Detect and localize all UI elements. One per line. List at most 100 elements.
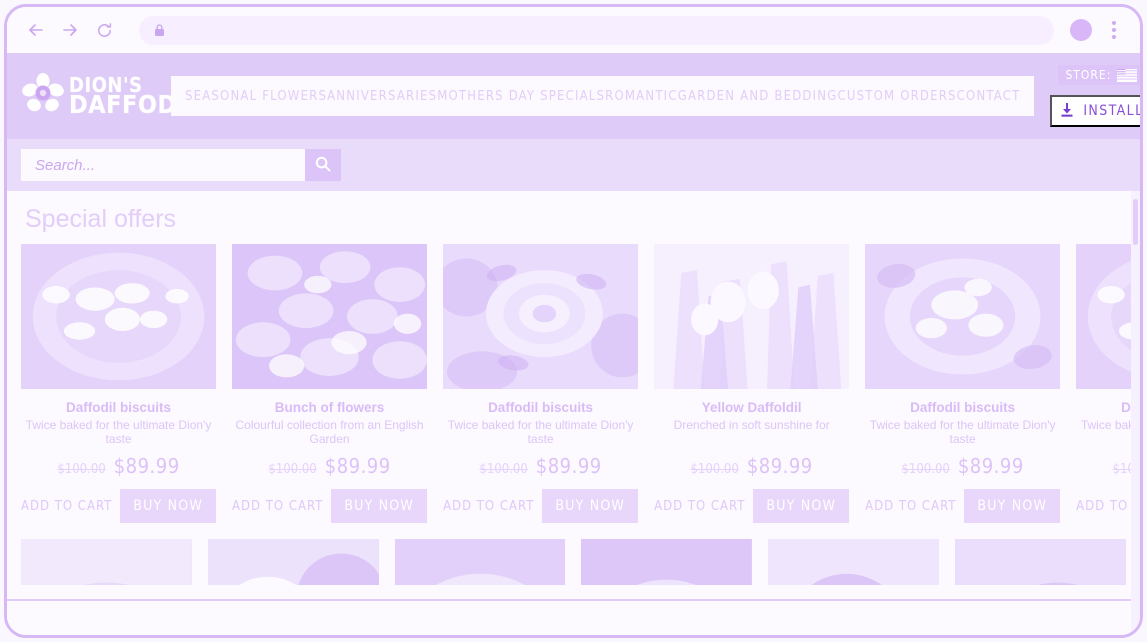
product-title: Daffodil biscuits	[488, 400, 594, 415]
install-label: INSTALL	[1083, 103, 1140, 119]
pink-bouquet-image	[207, 539, 379, 586]
product-title: Bunch of flowers	[274, 400, 385, 415]
lock-icon	[153, 23, 166, 37]
product-image[interactable]	[394, 539, 566, 586]
peony-closeup-image	[21, 539, 192, 586]
product-description: Twice baked for the ultimate Dion'y tast…	[869, 418, 1056, 447]
price-original: $100.00	[268, 462, 317, 478]
site-logo[interactable]: DION'S DAFFODILS.	[7, 72, 226, 121]
avatar[interactable]	[1070, 19, 1092, 41]
product-card[interactable]: Daffodil biscuits Twice baked for the ul…	[21, 244, 217, 524]
price-current: $89.99	[957, 454, 1024, 479]
forward-button[interactable]	[53, 13, 87, 47]
product-grid: Daffodil biscuits Twice baked for the ul…	[7, 244, 1140, 524]
product-title: Daffodil biscuits	[66, 400, 172, 415]
add-to-cart-button[interactable]: ADD TO CART	[654, 499, 745, 514]
add-to-cart-button[interactable]: ADD TO CART	[865, 499, 956, 514]
nav-item-seasonal-flowers[interactable]: SEASONAL FLOWERS	[185, 89, 327, 104]
daffodil-stems-field-image	[654, 244, 850, 389]
product-image[interactable]	[955, 539, 1126, 586]
address-bar[interactable]	[139, 15, 1054, 45]
main-navigation: SEASONAL FLOWERS ANNIVERSARIES MOTHERS D…	[171, 76, 1035, 116]
nav-item-custom-orders[interactable]: CUSTOM ORDERS	[837, 89, 956, 104]
product-description: Twice baked for the ultimate Dion'y tast…	[25, 418, 212, 447]
buy-now-button[interactable]: BUY NOW	[753, 489, 850, 523]
add-to-cart-button[interactable]: ADD TO CART	[232, 499, 323, 514]
plate-of-daffodil-biscuits-image	[21, 244, 217, 389]
price-current: $89.99	[746, 454, 813, 478]
product-prices: $100.00 $89.99	[865, 454, 1060, 478]
product-image[interactable]	[768, 539, 940, 586]
arrow-right-icon	[63, 24, 77, 36]
bottom-divider	[7, 599, 1140, 601]
search-container	[21, 149, 341, 181]
page-viewport: DION'S DAFFODILS. SEASONAL FLOWERS ANNIV…	[7, 53, 1140, 635]
product-actions: ADD TO CART BUY NOW	[21, 489, 217, 524]
search-icon	[314, 155, 332, 176]
white-rose-closeup-image	[443, 244, 639, 389]
reload-icon	[97, 22, 111, 37]
buy-now-button[interactable]: BUY NOW	[542, 489, 639, 524]
us-flag-icon	[1117, 68, 1138, 82]
scrollbar-thumb[interactable]	[1133, 199, 1138, 245]
mixed-stems-image	[955, 539, 1126, 586]
flower-bowl-arrangement-image	[865, 244, 1061, 389]
product-actions: ADD TO CART BUY NOW	[654, 489, 850, 523]
product-prices: $100.00 $89.99	[654, 454, 849, 478]
download-icon	[1059, 102, 1075, 121]
price-original: $100.00	[57, 462, 106, 478]
product-prices: $100.00 $89.99	[232, 454, 427, 478]
product-card[interactable]: Daffodil biscuits Twice baked for the ul…	[865, 244, 1061, 524]
nav-item-anniversaries[interactable]: ANNIVERSARIES	[327, 89, 437, 104]
product-image[interactable]	[207, 539, 379, 586]
search-input[interactable]	[21, 149, 305, 181]
back-button[interactable]	[19, 13, 53, 47]
product-image[interactable]	[21, 539, 192, 586]
buy-now-button[interactable]: BUY NOW	[331, 489, 428, 524]
nav-item-romantic[interactable]: ROMANTIC	[605, 89, 678, 104]
product-image[interactable]	[654, 244, 850, 389]
buy-now-button[interactable]: BUY NOW	[120, 489, 217, 524]
product-image[interactable]	[581, 539, 753, 586]
price-original: $100.00	[690, 462, 739, 477]
content-area: Special offers Daffodil biscuits Twice b…	[7, 191, 1140, 635]
product-image[interactable]	[21, 244, 217, 389]
store-selector[interactable]: STORE:	[1058, 65, 1140, 85]
product-image[interactable]	[865, 244, 1061, 389]
browser-menu-button[interactable]	[1102, 15, 1126, 45]
product-prices: $100.00 $89.99	[21, 454, 216, 478]
product-card[interactable]: Bunch of flowers Colourful collection fr…	[232, 244, 428, 524]
site-header: DION'S DAFFODILS. SEASONAL FLOWERS ANNIV…	[7, 53, 1140, 139]
product-actions: ADD TO CART BUY NOW	[443, 489, 639, 524]
reload-button[interactable]	[87, 13, 121, 47]
buy-now-button[interactable]: BUY NOW	[964, 489, 1061, 524]
price-original: $100.00	[901, 462, 950, 478]
product-actions: ADD TO CART BUY NOW	[232, 489, 428, 524]
kebab-menu-icon	[1112, 21, 1116, 25]
product-image[interactable]	[232, 244, 428, 389]
purple-iris-image	[768, 539, 940, 586]
store-label: STORE:	[1065, 68, 1112, 82]
install-button[interactable]: INSTALL	[1050, 95, 1140, 127]
price-current: $89.99	[113, 454, 180, 479]
product-image[interactable]	[443, 244, 639, 389]
product-description: Colourful collection from an English Gar…	[235, 418, 424, 447]
daffodil-flower-icon	[21, 72, 65, 121]
product-card[interactable]: Yellow Daffoldil Drenched in soft sunshi…	[654, 244, 850, 523]
product-card[interactable]: Daffodil biscuits Twice baked for the ul…	[443, 244, 639, 524]
search-submit-button[interactable]	[305, 149, 341, 181]
browser-window: DION'S DAFFODILS. SEASONAL FLOWERS ANNIV…	[4, 4, 1143, 638]
add-to-cart-button[interactable]: ADD TO CART	[443, 499, 534, 514]
product-description: Twice baked for the ultimate Dion'y tast…	[447, 418, 634, 447]
nav-item-mothers-day-specials[interactable]: MOTHERS DAY SPECIALS	[437, 89, 605, 104]
price-current: $89.99	[324, 454, 391, 479]
page-title: Special offers	[25, 205, 177, 233]
add-to-cart-button[interactable]: ADD TO CART	[21, 499, 112, 514]
price-original: $100.00	[479, 462, 528, 478]
round-bouquet-image	[581, 539, 753, 586]
arrow-left-icon	[29, 24, 43, 36]
nav-item-garden-and-bedding[interactable]: GARDEN AND BEDDING	[678, 89, 838, 104]
nav-item-contact[interactable]: CONTACT	[957, 89, 1021, 104]
page-scrollbar[interactable]	[1131, 191, 1140, 635]
product-title: Daffodil biscuits	[910, 400, 1016, 415]
